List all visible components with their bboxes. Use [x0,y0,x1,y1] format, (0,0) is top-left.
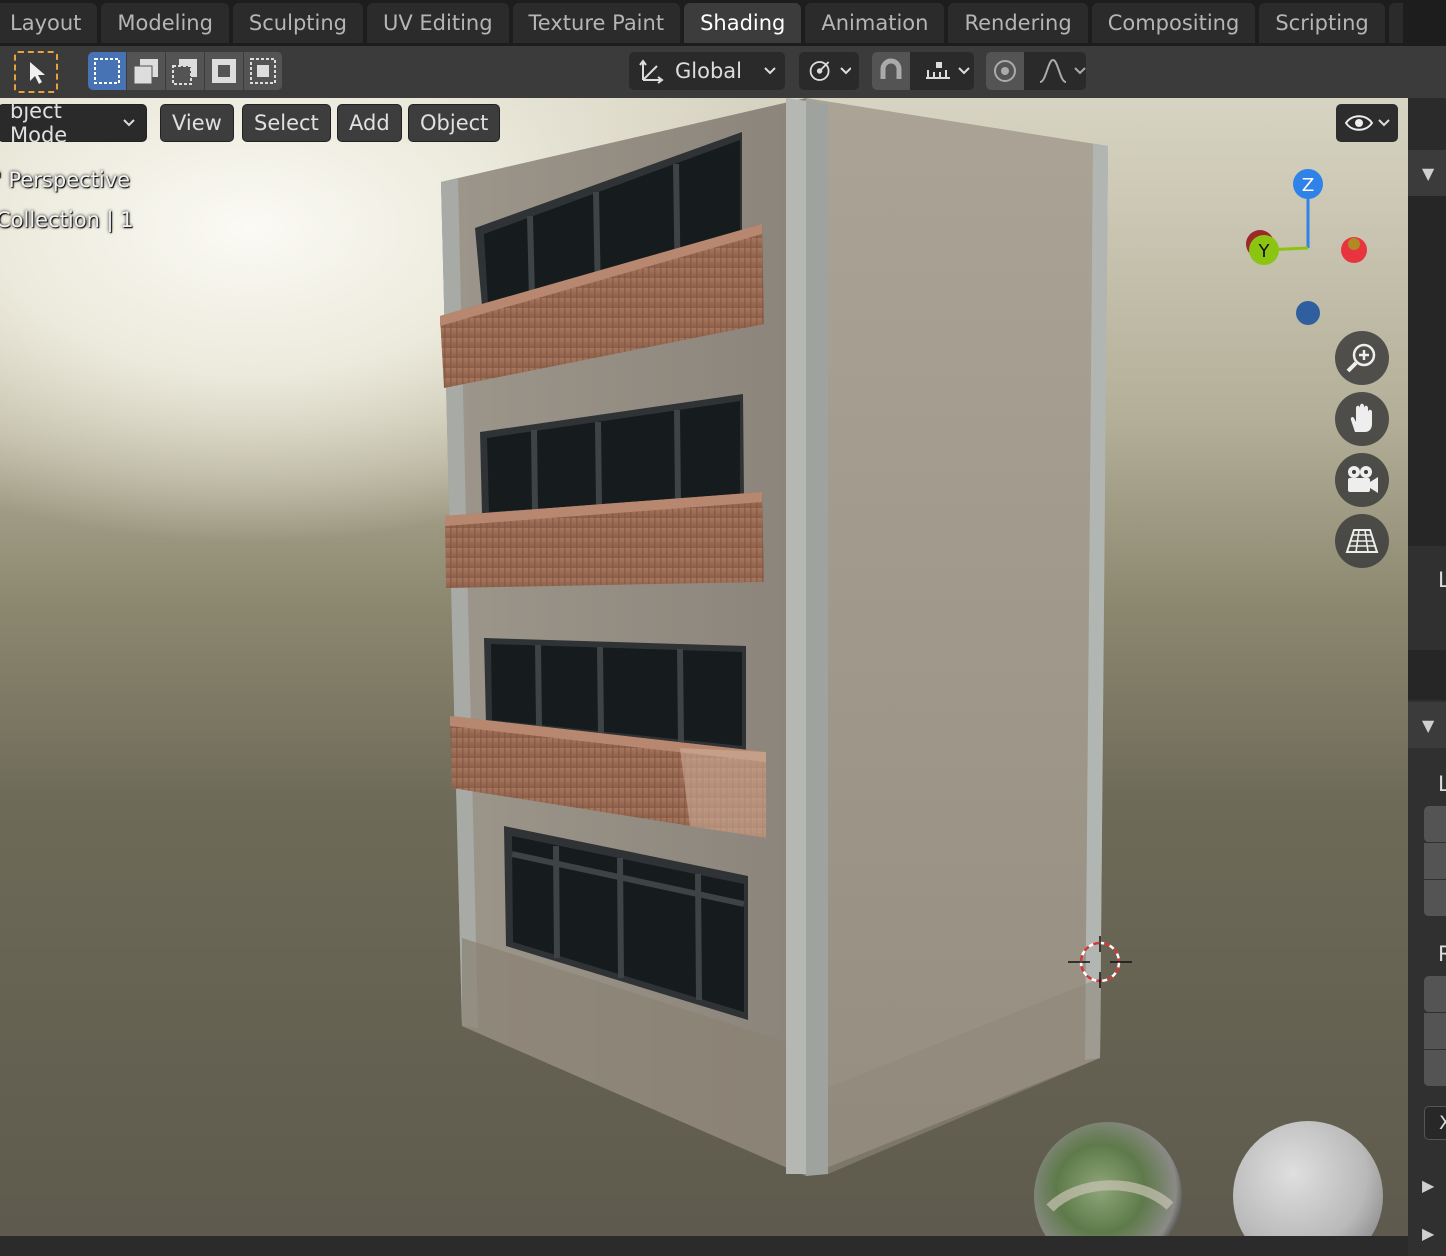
workspace-tab-bar: Layout Modeling Sculpting UV Editing Tex… [0,0,1446,46]
snap-increment-icon [926,62,950,79]
transform-orientation-label: Global [675,59,742,83]
tab-scripting[interactable]: Scripting [1259,3,1385,43]
transform-orientation-dropdown[interactable]: Global [629,52,785,90]
orientation-axes-icon [639,59,664,84]
panel-header-1[interactable]: ▼ [1408,150,1446,196]
snap-toggle-button[interactable] [872,52,910,90]
select-mode-subtract-button[interactable] [166,52,205,90]
menu-add[interactable]: Add [337,104,402,142]
tab-layout[interactable]: Layout [0,3,98,43]
select-mode-invert-button[interactable] [205,52,244,90]
chevron-down-icon [1074,67,1086,75]
pivot-point-icon [809,61,830,81]
snap-target-dropdown[interactable] [918,60,970,82]
camera-view-button[interactable] [1335,453,1389,507]
select-subtract-icon [172,59,197,85]
panel-footer-1 [1408,650,1446,700]
chevron-down-icon [764,67,776,75]
axis-navigation-gizmo[interactable]: Y Z [1234,166,1384,336]
chevron-down-icon [123,119,135,127]
tool-header: Global [0,46,1446,98]
panel-collapse-icon: ▼ [1422,163,1435,183]
snapping-group [872,52,974,90]
panel-collapse-icon: ▼ [1422,715,1435,735]
pan-hand-icon [1350,403,1372,432]
panel-header-2[interactable]: ▼ [1408,702,1446,748]
tab-overflow[interactable] [1388,3,1403,43]
panel-label-r: R [1438,942,1446,966]
panel-label-l1: L [1438,568,1446,592]
tab-compositing[interactable]: Compositing [1091,3,1256,43]
panel-header-3[interactable]: ▶ [1408,1162,1446,1208]
panel-field-1[interactable] [1424,806,1446,843]
falloff-dropdown[interactable] [1032,58,1086,84]
pivot-point-dropdown[interactable] [799,52,859,90]
chevron-down-icon [958,67,970,75]
diffuse-preview-sphere [1233,1121,1383,1236]
proportional-edit-toggle[interactable] [986,52,1024,90]
cursor-arrow-icon [30,62,45,84]
select-extend-icon [133,59,158,85]
tab-sculpting[interactable]: Sculpting [232,3,363,43]
select-mode-new-button[interactable] [88,52,127,90]
tab-texture-paint[interactable]: Texture Paint [512,3,681,43]
panel-field-6[interactable] [1424,1050,1446,1087]
select-tool-button[interactable] [14,51,58,93]
eye-icon [1344,115,1374,131]
panel-field-5[interactable] [1424,1013,1446,1050]
hdri-preview-sphere [1034,1122,1182,1236]
proportional-editing-group [986,52,1086,90]
z-axis-label: Z [1302,175,1314,196]
select-new-icon [94,58,120,84]
panel-field-3[interactable] [1424,880,1446,917]
tab-shading[interactable]: Shading [684,3,802,43]
mode-label: bject Mode [10,99,68,147]
visibility-dropdown[interactable] [1336,104,1398,142]
chevron-down-icon [1378,119,1390,127]
chevron-down-icon [840,67,851,75]
panel-x-field[interactable]: X [1424,1106,1446,1140]
selection-mode-group [88,52,283,90]
y-axis-label: Y [1258,241,1271,262]
menu-view[interactable]: View [160,104,234,142]
pan-button[interactable] [1335,392,1389,446]
panel-body-1 [1408,196,1446,546]
falloff-curve-icon [1039,58,1067,83]
panel-field-4[interactable] [1424,976,1446,1013]
view-name-text: ' Perspective [0,168,131,192]
tab-modeling[interactable]: Modeling [101,3,229,43]
mode-dropdown[interactable]: bject Mode [0,99,147,147]
building-model [440,98,1383,1236]
zoom-icon [1346,343,1376,373]
z-axis-negative-handle[interactable] [1296,301,1320,325]
collection-info-text: Collection | 1 [0,208,134,232]
panel-field-2[interactable] [1424,843,1446,880]
tab-uv-editing[interactable]: UV Editing [366,3,509,43]
panel-header-4[interactable]: ▶ [1408,1210,1446,1256]
proportional-edit-icon [994,60,1016,82]
perspective-toggle-button[interactable] [1335,514,1389,568]
grid-perspective-icon [1345,529,1379,553]
menu-select[interactable]: Select [242,104,331,142]
select-mode-extend-button[interactable] [127,52,166,90]
3d-viewport[interactable]: bject Mode View Select Add Object ' Pers… [0,98,1408,1236]
select-intersect-icon [250,58,276,84]
tab-animation[interactable]: Animation [805,3,945,43]
select-invert-icon [212,59,236,83]
select-mode-intersect-button[interactable] [244,52,283,90]
panel-expand-icon: ▶ [1422,1175,1435,1195]
zoom-button[interactable] [1335,331,1389,385]
panel-expand-icon: ▶ [1422,1223,1435,1243]
panel-label-l2: L [1438,772,1446,796]
camera-icon [1348,466,1378,493]
menu-object[interactable]: Object [408,104,501,142]
magnet-icon [880,58,902,79]
tab-rendering[interactable]: Rendering [948,3,1088,43]
